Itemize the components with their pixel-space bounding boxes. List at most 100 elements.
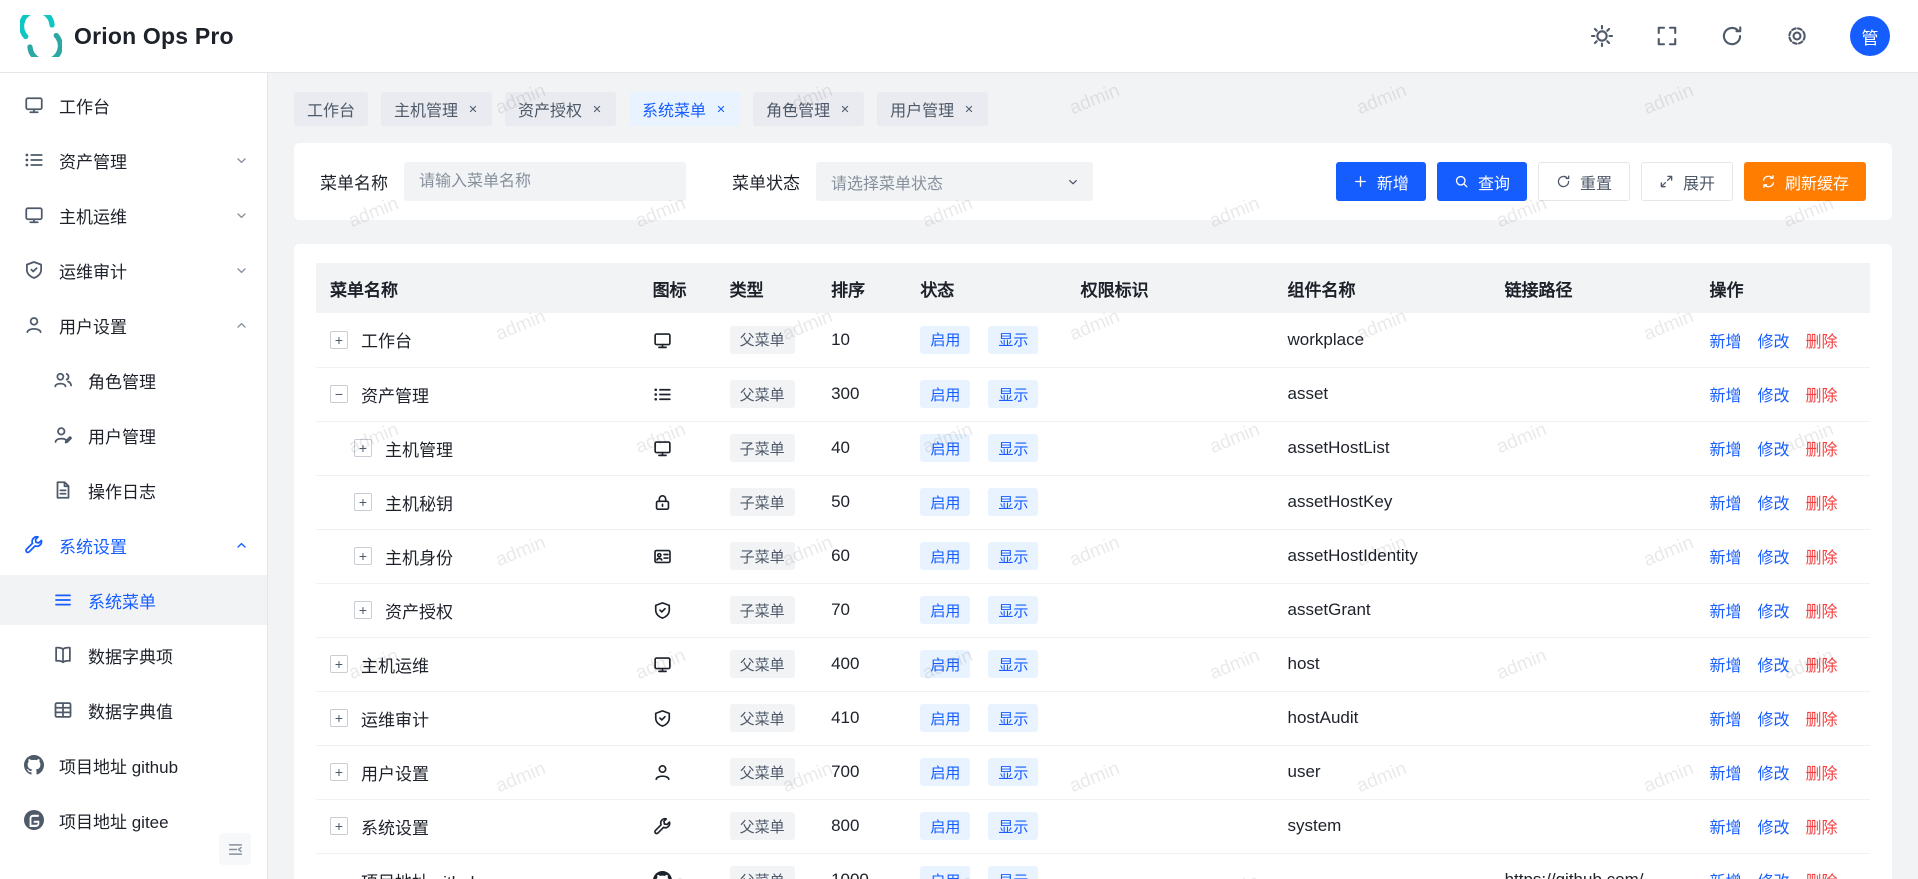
row-action-delete[interactable]: 删除 — [1805, 328, 1837, 352]
status-badge: 显示 — [988, 326, 1038, 354]
component-name-text: hostAudit — [1288, 708, 1359, 727]
row-action-add[interactable]: 新增 — [1709, 382, 1741, 406]
tab-role-management[interactable]: 角色管理 — [753, 92, 864, 126]
component-name-text: system — [1288, 816, 1342, 835]
expand-row-button[interactable]: + — [354, 547, 372, 565]
tab-close-icon[interactable] — [591, 103, 603, 115]
sidebar-item-data-dict-item[interactable]: 数据字典项 — [0, 630, 267, 680]
logo[interactable]: Orion Ops Pro — [20, 15, 234, 57]
tab-close-icon[interactable] — [715, 103, 727, 115]
tab-host-management[interactable]: 主机管理 — [381, 92, 492, 126]
row-action-add[interactable]: 新增 — [1709, 328, 1741, 352]
tab-user-management[interactable]: 用户管理 — [877, 92, 988, 126]
idcard-icon — [653, 547, 672, 566]
menu-name-input[interactable] — [404, 162, 686, 201]
row-action-edit[interactable]: 修改 — [1757, 814, 1789, 838]
tab-close-icon[interactable] — [839, 103, 851, 115]
list-icon — [653, 385, 672, 404]
row-action-add[interactable]: 新增 — [1709, 706, 1741, 730]
row-action-edit[interactable]: 修改 — [1757, 598, 1789, 622]
expand-row-button[interactable]: + — [330, 817, 348, 835]
status-badge: 启用 — [920, 866, 970, 879]
tab-close-icon[interactable] — [963, 103, 975, 115]
avatar[interactable]: 管 — [1850, 16, 1890, 56]
tab-workbench[interactable]: 工作台 — [294, 92, 368, 126]
fullscreen-icon[interactable] — [1655, 24, 1679, 48]
row-action-add[interactable]: 新增 — [1709, 436, 1741, 460]
sidebar-item-operation-log[interactable]: 操作日志 — [0, 465, 267, 515]
sidebar-item-host-ops[interactable]: 主机运维 — [0, 190, 267, 240]
tab-close-icon[interactable] — [467, 103, 479, 115]
expand-row-button[interactable]: + — [330, 763, 348, 781]
search-button[interactable]: 查询 — [1437, 162, 1527, 201]
refresh-icon[interactable] — [1720, 24, 1744, 48]
menu-order-text: 60 — [831, 546, 850, 565]
row-action-edit[interactable]: 修改 — [1757, 760, 1789, 784]
row-action-add[interactable]: 新增 — [1709, 490, 1741, 514]
monitor-icon — [653, 655, 672, 674]
row-action-edit[interactable]: 修改 — [1757, 328, 1789, 352]
row-action-delete[interactable]: 删除 — [1805, 760, 1837, 784]
row-action-delete[interactable]: 删除 — [1805, 868, 1837, 879]
status-badge: 显示 — [988, 380, 1038, 408]
row-action-edit[interactable]: 修改 — [1757, 436, 1789, 460]
row-action-add[interactable]: 新增 — [1709, 544, 1741, 568]
row-action-add[interactable]: 新增 — [1709, 652, 1741, 676]
sidebar-item-user-management[interactable]: 用户管理 — [0, 410, 267, 460]
menu-type-badge: 父菜单 — [730, 758, 795, 786]
row-action-add[interactable]: 新增 — [1709, 814, 1741, 838]
menu-status-select[interactable]: 请选择菜单状态 — [816, 162, 1093, 201]
row-action-add[interactable]: 新增 — [1709, 598, 1741, 622]
reset-button[interactable]: 重置 — [1538, 162, 1630, 201]
expand-row-button[interactable]: + — [330, 655, 348, 673]
sidebar-item-data-dict-value[interactable]: 数据字典值 — [0, 685, 267, 735]
status-badge: 显示 — [988, 866, 1038, 879]
refresh-cache-button[interactable]: 刷新缓存 — [1744, 162, 1866, 201]
sidebar-item-system-settings[interactable]: 系统设置 — [0, 520, 267, 570]
theme-toggle-icon[interactable] — [1590, 24, 1614, 48]
sidebar-item-system-menu[interactable]: 系统菜单 — [0, 575, 267, 625]
row-action-delete[interactable]: 删除 — [1805, 490, 1837, 514]
row-action-edit[interactable]: 修改 — [1757, 868, 1789, 879]
settings-gear-icon[interactable] — [1785, 24, 1809, 48]
row-action-delete[interactable]: 删除 — [1805, 382, 1837, 406]
collapse-row-button[interactable]: − — [330, 385, 348, 403]
component-name-text: assetHostKey — [1288, 492, 1393, 511]
menu-name-text: 主机运维 — [361, 652, 429, 677]
expand-row-button[interactable]: + — [354, 439, 372, 457]
sidebar-item-ops-audit[interactable]: 运维审计 — [0, 245, 267, 295]
expand-row-button[interactable]: + — [354, 493, 372, 511]
sidebar-item-asset-management[interactable]: 资产管理 — [0, 135, 267, 185]
row-action-edit[interactable]: 修改 — [1757, 544, 1789, 568]
row-action-edit[interactable]: 修改 — [1757, 490, 1789, 514]
tab-system-menu[interactable]: 系统菜单 — [629, 92, 740, 126]
row-action-delete[interactable]: 删除 — [1805, 706, 1837, 730]
row-action-delete[interactable]: 删除 — [1805, 436, 1837, 460]
expand-row-button[interactable]: + — [330, 331, 348, 349]
row-action-add[interactable]: 新增 — [1709, 868, 1741, 879]
sidebar-item-role-management[interactable]: 角色管理 — [0, 355, 267, 405]
tab-asset-grant[interactable]: 资产授权 — [505, 92, 616, 126]
row-action-delete[interactable]: 删除 — [1805, 652, 1837, 676]
row-action-add[interactable]: 新增 — [1709, 760, 1741, 784]
row-action-delete[interactable]: 删除 — [1805, 598, 1837, 622]
expand-row-button[interactable]: + — [354, 601, 372, 619]
expand-row-button[interactable]: + — [330, 709, 348, 727]
menu-name-text: 主机身份 — [385, 544, 453, 569]
search-icon — [1454, 174, 1469, 189]
add-button[interactable]: 新增 — [1336, 162, 1426, 201]
chevron-down-icon — [1066, 175, 1080, 189]
expand-spacer — [330, 871, 348, 879]
monitor-icon — [653, 439, 672, 458]
sidebar-collapse-button[interactable] — [219, 833, 251, 865]
sidebar-item-github[interactable]: 项目地址 github — [0, 740, 267, 790]
sidebar-item-workbench[interactable]: 工作台 — [0, 80, 267, 130]
row-action-edit[interactable]: 修改 — [1757, 652, 1789, 676]
monitor-icon — [24, 95, 44, 115]
row-action-edit[interactable]: 修改 — [1757, 382, 1789, 406]
row-action-delete[interactable]: 删除 — [1805, 814, 1837, 838]
sidebar-item-user-settings[interactable]: 用户设置 — [0, 300, 267, 350]
row-action-delete[interactable]: 删除 — [1805, 544, 1837, 568]
expand-button[interactable]: 展开 — [1641, 162, 1733, 201]
row-action-edit[interactable]: 修改 — [1757, 706, 1789, 730]
